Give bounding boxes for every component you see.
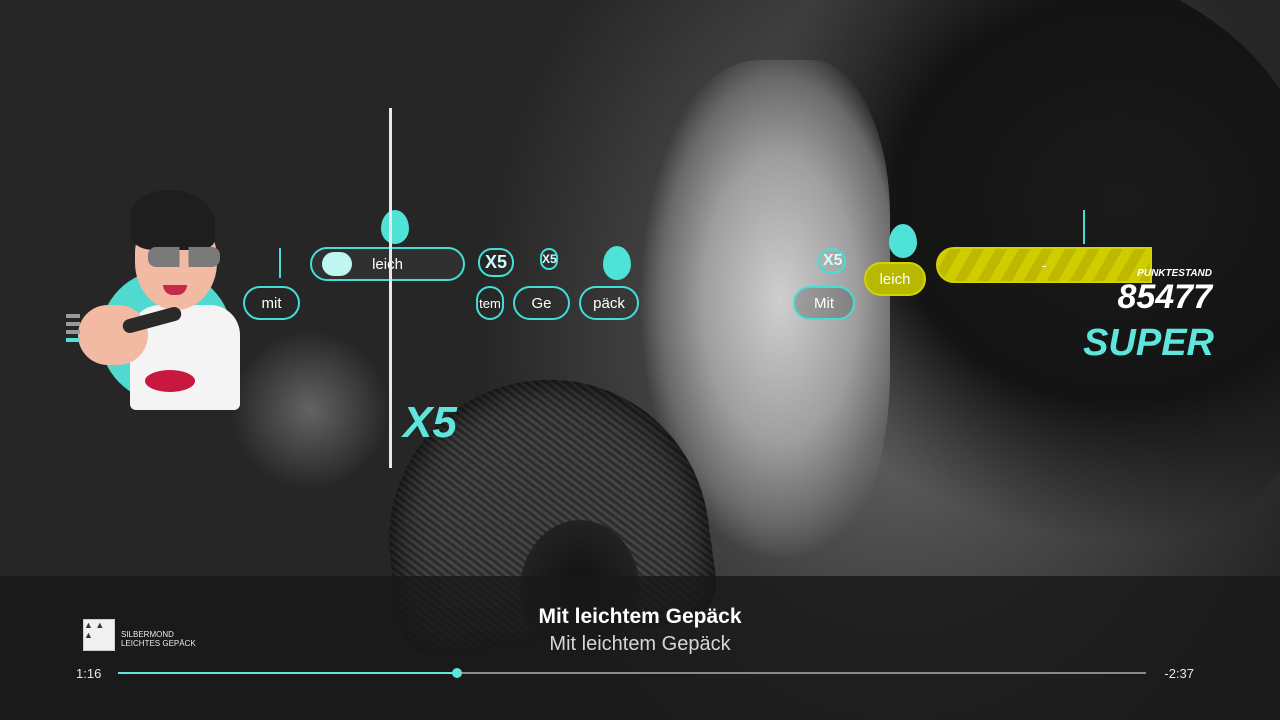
multiplier-badge: X5 — [540, 248, 558, 270]
note-label: mit — [261, 294, 282, 312]
player-avatar — [60, 185, 250, 415]
note-label: päck — [593, 294, 625, 312]
background-bokeh — [230, 330, 390, 490]
current-lyric-line: Mit leichtem Gepäck — [538, 605, 742, 628]
golden-note-leich: leich — [864, 262, 926, 296]
meter-bar — [66, 322, 80, 326]
golden-note-label: - — [1041, 257, 1047, 273]
meter-bar — [66, 314, 80, 318]
pitch-marker-icon — [603, 246, 631, 280]
avatar-shirt-lips-print — [145, 370, 195, 392]
note-label: leich — [879, 270, 911, 288]
album-cover: ▲ ▲ ▲ — [83, 619, 115, 651]
meter-bar — [66, 330, 80, 334]
lyric-note-mit-2: Mit — [793, 286, 855, 320]
score-value: 85477 — [1117, 278, 1212, 316]
combo-multiplier: X5 — [403, 398, 457, 447]
voice-pitch-trail-icon — [322, 252, 352, 276]
artist-name: SILBERMOND — [121, 630, 174, 639]
avatar-arm — [78, 305, 148, 365]
note-label: tem — [479, 295, 501, 311]
rating-text: SUPER — [1083, 322, 1214, 364]
playhead-line — [389, 108, 392, 468]
pitch-marker-icon — [381, 210, 409, 244]
note-label: leich — [372, 255, 403, 273]
note-label: Ge — [531, 294, 552, 312]
multiplier-badge: X5 — [478, 248, 514, 277]
song-progress-bar[interactable] — [118, 668, 1146, 678]
note-stem — [1083, 210, 1085, 244]
mic-level-meter — [66, 314, 80, 346]
karaoke-stage: mit leich X5 tem X5 Ge päck X5 Mit leich… — [0, 0, 1280, 720]
multiplier-badge: X5 — [818, 248, 846, 274]
album-cover-art: ▲ ▲ ▲ — [84, 620, 105, 640]
avatar-hair — [130, 190, 215, 250]
lyric-note-tem: tem — [476, 286, 504, 320]
note-label: Mit — [814, 294, 834, 312]
progress-fill — [118, 672, 458, 674]
lyric-note-mit: mit — [243, 286, 300, 320]
avatar-sunglasses — [148, 247, 220, 267]
pitch-marker-icon — [889, 224, 917, 258]
time-elapsed: 1:16 — [76, 666, 102, 681]
lyric-note-ge: Ge — [513, 286, 570, 320]
time-remaining: -2:37 — [1164, 666, 1194, 681]
note-stem — [279, 248, 281, 278]
lyric-note-paeck: päck — [579, 286, 639, 320]
song-title: LEICHTES GEPÄCK — [121, 639, 196, 648]
meter-bar — [66, 338, 80, 342]
